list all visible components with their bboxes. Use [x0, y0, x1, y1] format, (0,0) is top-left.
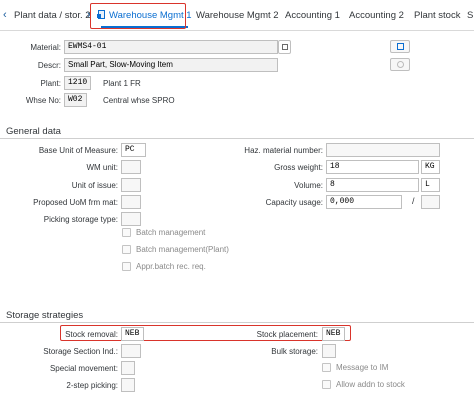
stock-placement-field[interactable]: NEB: [322, 327, 345, 341]
volume-label: Volume:: [294, 181, 323, 190]
batch-management-plant-label: Batch management(Plant): [136, 245, 229, 254]
proposed-uom-label: Proposed UoM frm mat:: [33, 198, 118, 207]
storage-section-label: Storage Section Ind.:: [43, 347, 118, 356]
storage-strategies-title: Storage strategies: [6, 310, 84, 321]
tab-plant-stock[interactable]: Plant stock: [414, 0, 460, 31]
base-uom-field[interactable]: PC: [121, 143, 146, 157]
stock-removal-label: Stock removal:: [65, 330, 118, 339]
capacity-separator: /: [412, 196, 415, 206]
tab-scroll-left-icon[interactable]: ‹: [3, 0, 7, 31]
bulk-storage-label: Bulk storage:: [271, 347, 318, 356]
allow-addn-to-stock-checkbox[interactable]: [322, 380, 331, 389]
batch-management-checkbox[interactable]: [122, 228, 131, 237]
gross-weight-unit-field[interactable]: KG: [421, 160, 440, 174]
descr-label: Descr:: [37, 61, 61, 70]
gross-weight-label: Gross weight:: [274, 163, 323, 172]
appr-batch-rec-checkbox[interactable]: [122, 262, 131, 271]
appr-batch-rec-label: Appr.batch rec. req.: [136, 262, 206, 271]
tab-plant-data-stor-2[interactable]: Plant data / stor. 2: [14, 0, 91, 31]
allow-addn-to-stock-label: Allow addn to stock: [336, 380, 405, 389]
unit-of-issue-label: Unit of issue:: [71, 181, 118, 190]
tab-accounting-1[interactable]: Accounting 1: [285, 0, 340, 31]
gross-weight-field[interactable]: 18: [326, 160, 419, 174]
batch-management-plant-checkbox[interactable]: [122, 245, 131, 254]
capacity-unit-field[interactable]: [421, 195, 440, 209]
stock-removal-field[interactable]: NEB: [121, 327, 144, 341]
message-to-im-checkbox[interactable]: [322, 363, 331, 372]
bulk-storage-field[interactable]: [322, 344, 336, 358]
info-button[interactable]: [390, 40, 410, 53]
whse-no-label: Whse No:: [25, 96, 61, 105]
plant-field[interactable]: 1210: [64, 76, 91, 90]
haz-material-field[interactable]: [326, 143, 440, 157]
two-step-picking-label: 2-step picking:: [66, 381, 118, 390]
wm-unit-label: WM unit:: [86, 163, 118, 172]
tab-scroll-right-icon[interactable]: ›: [87, 0, 91, 31]
haz-material-label: Haz. material number:: [244, 146, 323, 155]
special-movement-field[interactable]: [121, 361, 135, 375]
tab-label: Warehouse Mgmt 1: [109, 10, 192, 21]
two-step-picking-field[interactable]: [121, 378, 135, 392]
whse-no-field[interactable]: W02: [64, 93, 87, 107]
storage-section-field[interactable]: [121, 344, 141, 358]
message-to-im-label: Message to IM: [336, 363, 389, 372]
descr-field[interactable]: Small Part, Slow-Moving Item: [64, 58, 278, 72]
section-divider: [0, 322, 474, 323]
volume-field[interactable]: 8: [326, 178, 419, 192]
plant-text: Plant 1 FR: [103, 79, 141, 88]
wm-unit-field[interactable]: [121, 160, 141, 174]
glasses-button[interactable]: [390, 58, 410, 71]
tab-accounting-2[interactable]: Accounting 2: [349, 0, 404, 31]
batch-management-label: Batch management: [136, 228, 206, 237]
unit-of-issue-field[interactable]: [121, 178, 141, 192]
proposed-uom-field[interactable]: [121, 195, 141, 209]
active-tab-indicator: [101, 26, 188, 28]
material-label: Material:: [30, 43, 61, 52]
volume-unit-field[interactable]: L: [421, 178, 440, 192]
copy-icon[interactable]: [278, 40, 291, 54]
material-field[interactable]: EWMS4-01: [64, 40, 278, 54]
plant-label: Plant:: [40, 79, 61, 88]
capacity-usage-label: Capacity usage:: [265, 198, 323, 207]
display-icon: [397, 61, 404, 68]
general-data-title: General data: [6, 126, 61, 137]
tab-warehouse-mgmt-2[interactable]: Warehouse Mgmt 2: [196, 0, 279, 31]
section-divider: [0, 138, 474, 139]
capacity-usage-field[interactable]: 0,000: [326, 195, 402, 209]
info-icon: [397, 43, 404, 50]
special-movement-label: Special movement:: [49, 364, 118, 373]
tab-bar: ‹ Plant data / stor. 2 › Warehouse Mgmt …: [0, 0, 474, 31]
base-uom-label: Base Unit of Measure:: [38, 146, 118, 155]
picking-storage-type-field[interactable]: [121, 212, 141, 226]
tab-warehouse-mgmt-1[interactable]: Warehouse Mgmt 1: [97, 0, 192, 31]
tab-overflow[interactable]: S: [467, 0, 473, 31]
stock-placement-label: Stock placement:: [256, 330, 318, 339]
document-icon: [97, 10, 106, 19]
picking-storage-type-label: Picking storage type:: [43, 215, 118, 224]
whse-text: Central whse SPRO: [103, 96, 175, 105]
